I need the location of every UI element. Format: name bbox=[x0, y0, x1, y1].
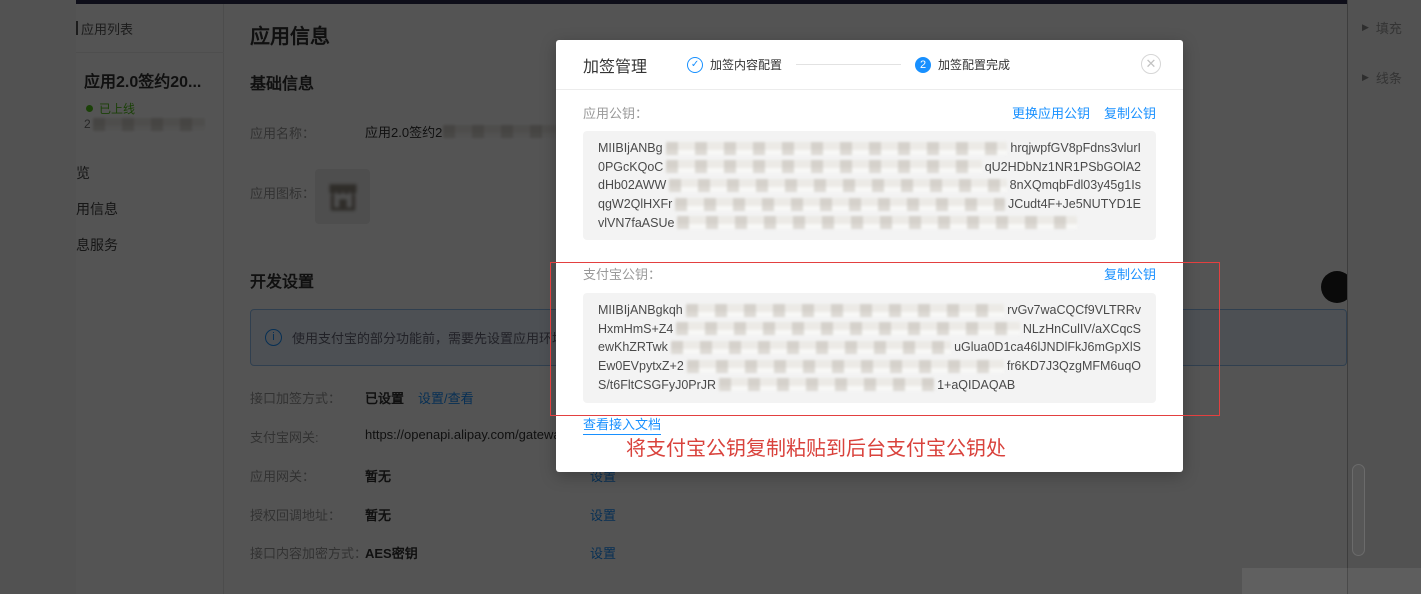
step-connector bbox=[796, 64, 902, 65]
redacted-text bbox=[677, 216, 1078, 230]
redacted-text bbox=[676, 322, 1020, 336]
triangle-right-icon: ▶ bbox=[1362, 22, 1369, 32]
page-right-edge bbox=[1347, 0, 1348, 594]
redacted-text bbox=[665, 141, 1008, 155]
step2-label: 加签配置完成 bbox=[938, 58, 1011, 72]
redacted-text bbox=[719, 378, 935, 392]
dialog-header: 加签管理 ✓ 加签内容配置 2 加签配置完成 bbox=[556, 40, 1183, 90]
redacted-text bbox=[675, 197, 1005, 211]
redacted-text bbox=[686, 359, 1004, 373]
close-icon[interactable]: ✕ bbox=[1141, 54, 1161, 74]
vertical-scrollbar-thumb[interactable] bbox=[1352, 464, 1365, 556]
change-app-key-link[interactable]: 更换应用公钥 bbox=[1012, 103, 1090, 122]
sign-management-dialog: 加签管理 ✓ 加签内容配置 2 加签配置完成 ✕ 应用公钥： 更换应用公钥 复制… bbox=[556, 40, 1183, 472]
alipay-public-key-row: 支付宝公钥： 复制公钥 bbox=[583, 264, 1156, 283]
app-public-key-row: 应用公钥： 更换应用公钥 复制公钥 bbox=[583, 103, 1156, 122]
redacted-text bbox=[670, 340, 952, 354]
step1-label: 加签内容配置 bbox=[710, 58, 783, 72]
redacted-text bbox=[669, 178, 1007, 192]
copy-alipay-key-link[interactable]: 复制公钥 bbox=[1104, 264, 1156, 283]
app-public-key-box: MIIBIjANBg hrqjwpfGV8pFdns3vlurI 0PGcKQoC… bbox=[583, 131, 1156, 240]
dialog-title: 加签管理 bbox=[583, 58, 648, 76]
step-indicator: ✓ 加签内容配置 2 加签配置完成 bbox=[687, 56, 1010, 73]
panel-item-line[interactable]: ▶ 线条 bbox=[1362, 68, 1402, 87]
step1-check-icon: ✓ bbox=[687, 56, 704, 73]
redacted-text bbox=[685, 303, 1005, 317]
screenshot-canvas: 应用列表 应用2.0签约20... 已上线 2 览 用信息 息服务 应用信息 基… bbox=[0, 0, 1421, 594]
copy-app-key-link[interactable]: 复制公钥 bbox=[1104, 103, 1156, 122]
bottom-right-panel bbox=[1242, 568, 1421, 594]
step2-number-icon: 2 bbox=[915, 56, 932, 73]
alipay-public-key-box: MIIBIjANBgkqh rvGv7waCQCf9VLTRRv HxmHmS+Z… bbox=[583, 293, 1156, 403]
app-public-key-label: 应用公钥： bbox=[583, 106, 649, 121]
annotation-caption: 将支付宝公钥复制粘贴到后台支付宝公钥处 bbox=[626, 438, 1006, 460]
panel-item-fill[interactable]: ▶ 填充 bbox=[1362, 18, 1402, 37]
triangle-right-icon: ▶ bbox=[1362, 72, 1369, 82]
redacted-text bbox=[666, 160, 982, 174]
alipay-public-key-label: 支付宝公钥： bbox=[583, 267, 662, 282]
